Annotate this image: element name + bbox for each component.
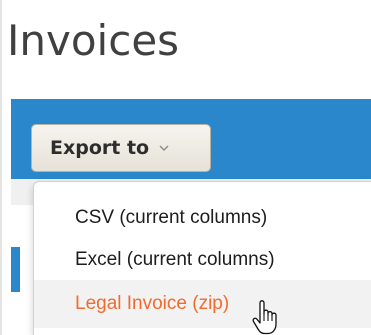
hand-pointer-icon <box>252 300 277 335</box>
page-title: Invoices <box>7 16 180 65</box>
menu-item-excel[interactable]: Excel (current columns) <box>34 240 371 280</box>
export-dropdown-menu: CSV (current columns) Excel (current col… <box>33 181 371 335</box>
chevron-down-icon <box>159 145 169 151</box>
export-to-label: Export to <box>50 137 150 159</box>
export-to-button[interactable]: Export to <box>31 124 211 172</box>
invoices-page: Invoices Export to CSV (current columns)… <box>0 0 371 335</box>
menu-item-legal-invoice[interactable]: Legal Invoice (zip) <box>34 280 371 328</box>
menu-item-csv[interactable]: CSV (current columns) <box>34 198 371 238</box>
left-border <box>0 0 2 335</box>
side-strip <box>11 247 20 292</box>
